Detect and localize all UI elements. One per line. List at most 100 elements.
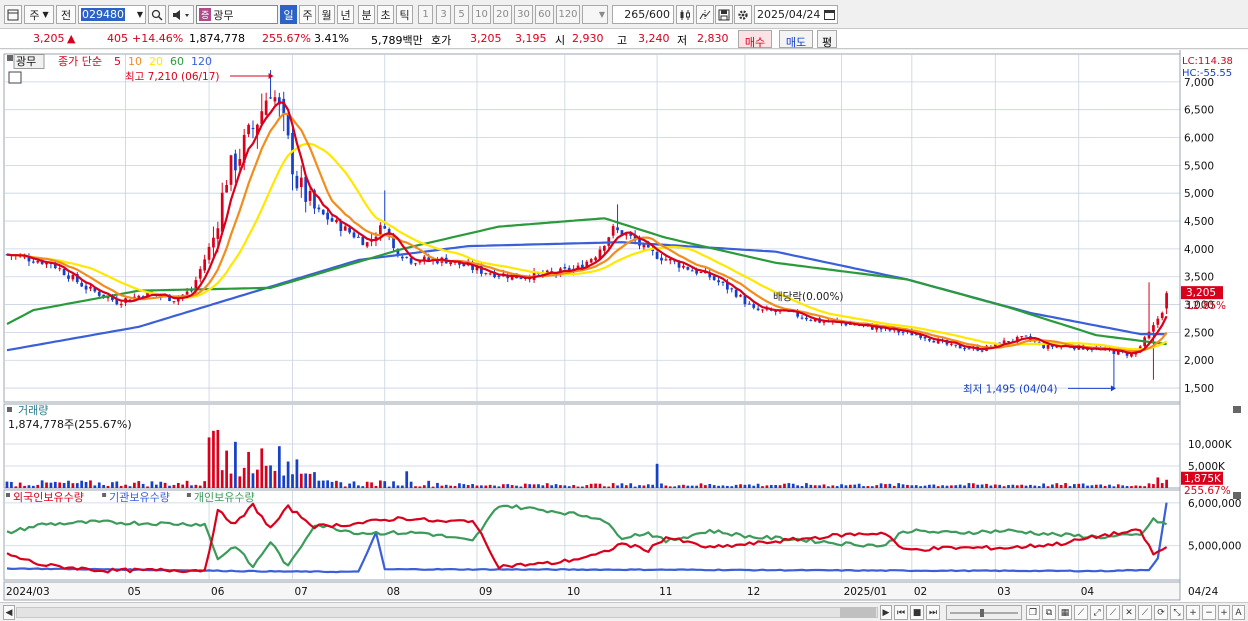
speaker-icon[interactable] (168, 5, 194, 24)
stop-icon[interactable]: ■ (910, 605, 924, 620)
sell-button[interactable]: 매도 (779, 30, 813, 49)
add-indicator-icon[interactable]: + (1218, 605, 1230, 620)
volume-bar (1147, 483, 1151, 488)
candle-body (594, 257, 597, 261)
volume-bar (954, 485, 958, 488)
exchange-badge: 증 (199, 8, 212, 21)
volume-bar (49, 482, 53, 488)
volume-bar (971, 483, 975, 488)
copy-icon[interactable]: ❐ (1026, 605, 1040, 620)
layout-icon[interactable]: ▦ (1058, 605, 1072, 620)
volume-bar (699, 483, 703, 488)
eval-button[interactable]: 평 (817, 30, 837, 49)
split-icon[interactable]: ⧉ (1042, 605, 1056, 620)
candle-body (809, 319, 813, 321)
period-minute[interactable]: 분 (358, 5, 375, 24)
zoom-slider[interactable] (946, 605, 1022, 620)
window-icon[interactable] (4, 5, 22, 24)
candle-body (519, 278, 523, 280)
candle-body (928, 339, 931, 341)
volume-bar (321, 480, 325, 488)
candle-body (1156, 318, 1160, 325)
zoom-out-icon[interactable]: − (1202, 605, 1216, 620)
volume-bar (769, 485, 773, 488)
trend-tool-icon[interactable]: ⤢ (1090, 605, 1104, 620)
volume-bar (752, 485, 756, 488)
volume-bar (1033, 485, 1037, 488)
date-input[interactable]: 2025/04/24 (754, 5, 838, 24)
volume-bar (80, 480, 84, 488)
interval-3[interactable]: 3 (436, 5, 451, 24)
price-y-tick: 4,500 (1184, 216, 1214, 228)
settings-icon[interactable] (734, 5, 752, 24)
last-page-icon[interactable]: ⏭ (926, 605, 940, 620)
volume-bar (365, 481, 369, 488)
volume-bar (923, 485, 927, 488)
chart-area[interactable]: 7,000 6,500 6,000 5,500 5,000 4,500 4,000 3,500… (0, 50, 1248, 602)
interval-60[interactable]: 60 (535, 5, 554, 24)
chart-scrollbar[interactable]: ◀ ▶ ⏮ ■ ⏭ ❐ ⧉ ▦ ⟋ ⤢ ⟋ ✕ ⟋ ⟳ ⤡ + − + A (0, 602, 1248, 621)
candle-body (172, 301, 176, 303)
volume-bar (453, 485, 457, 488)
search-scope-button[interactable]: 전 (56, 5, 76, 24)
period-year[interactable]: 년 (337, 5, 354, 24)
chart-window: 주 ▼ 전 029480 ▼ 증 광무 일 주 월 년 분 초 틱 1 3 5 … (0, 0, 1248, 621)
interval-10[interactable]: 10 (472, 5, 491, 24)
volume-bar (154, 484, 158, 488)
interval-120[interactable]: 120 (556, 5, 580, 24)
x-axis-label: 05 (128, 586, 141, 598)
scroll-right-arrow-icon[interactable]: ▶ (880, 605, 892, 620)
drawing-tool-icon[interactable]: ⟋ (1074, 605, 1088, 620)
candle-body (954, 344, 958, 346)
interval-1[interactable]: 1 (418, 5, 433, 24)
quote-bar: 3,205 ▲ 405 +14.46% 1,874,778 255.67% 3.… (0, 29, 1248, 49)
crosshair-icon[interactable] (696, 5, 714, 24)
turnover-rate: 3.41% (314, 32, 349, 45)
calendar-icon[interactable] (824, 9, 835, 20)
interval-30[interactable]: 30 (514, 5, 533, 24)
volume-bar (234, 441, 237, 488)
volume-bar (396, 485, 400, 488)
volume-bar (919, 486, 922, 488)
candle-body (686, 266, 690, 270)
measure-tool-icon[interactable]: ⟋ (1106, 605, 1120, 620)
expand-icon[interactable]: ⤡ (1170, 605, 1184, 620)
search-icon[interactable] (148, 5, 166, 24)
period-week[interactable]: 주 (299, 5, 316, 24)
period-day[interactable]: 일 (280, 5, 297, 24)
candle-type-icon[interactable] (676, 5, 694, 24)
volume-y-tick: 5,000K (1188, 461, 1226, 473)
interval-custom-select[interactable]: ▼ (582, 5, 608, 24)
count-input[interactable]: 265/600 (612, 5, 674, 24)
save-icon[interactable] (715, 5, 733, 24)
volume-bar (1156, 477, 1160, 488)
interval-5[interactable]: 5 (454, 5, 469, 24)
scroll-left-arrow-icon[interactable]: ◀ (3, 605, 15, 620)
volume-bar (238, 476, 242, 488)
chart-canvas[interactable]: 7,0006,5006,0005,5005,0004,5004,0003,500… (0, 50, 1248, 602)
volume-close-icon (1233, 406, 1241, 413)
interval-20[interactable]: 20 (493, 5, 512, 24)
cross-tool-icon[interactable]: ✕ (1122, 605, 1136, 620)
volume-bar (146, 486, 149, 488)
volume-bar (1165, 479, 1168, 488)
first-page-icon[interactable]: ⏮ (894, 605, 908, 620)
period-tick[interactable]: 틱 (396, 5, 413, 24)
code-input[interactable]: 029480 ▼ (78, 5, 146, 24)
line-tool-icon[interactable]: ⟋ (1138, 605, 1152, 620)
market-select[interactable]: 주 ▼ (24, 5, 54, 24)
volume-bar (1024, 485, 1028, 488)
text-size-icon[interactable]: A (1232, 605, 1245, 620)
volume-value: 1,874,778 (189, 32, 245, 45)
refresh-icon[interactable]: ⟳ (1154, 605, 1168, 620)
zoom-in-icon[interactable]: + (1186, 605, 1200, 620)
period-month[interactable]: 월 (318, 5, 335, 24)
scroll-thumb[interactable] (840, 607, 876, 618)
x-axis-label: 10 (567, 586, 580, 598)
period-second[interactable]: 초 (377, 5, 394, 24)
volume-bar (488, 484, 492, 488)
volume-bar (286, 461, 290, 488)
buy-button[interactable]: 매수 (738, 30, 772, 49)
stock-name-field[interactable]: 증 광무 (196, 5, 278, 24)
scroll-track[interactable] (16, 607, 878, 618)
